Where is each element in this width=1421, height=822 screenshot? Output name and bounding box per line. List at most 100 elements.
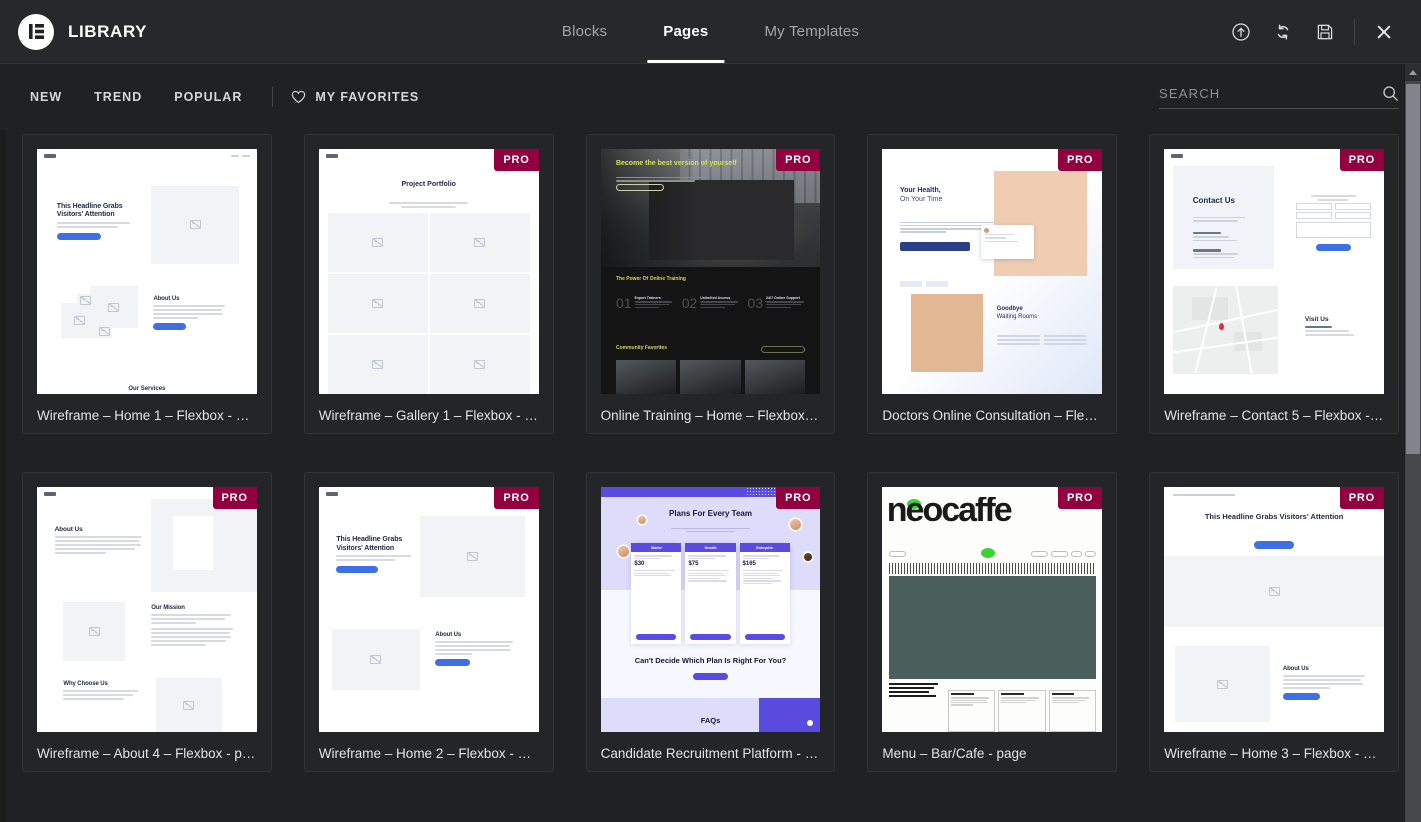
vertical-scrollbar[interactable] — [1404, 64, 1421, 822]
template-card[interactable]: PRO neocaffe — [867, 472, 1117, 772]
feature-label: Expert Trainers — [635, 296, 676, 300]
pro-badge: PRO — [1340, 487, 1384, 509]
preview-section-2: Can't Decide Which Plan Is Right For You… — [601, 656, 821, 665]
template-card[interactable]: PRO Contact Us — [1149, 134, 1399, 434]
feature-number: 03 — [747, 296, 763, 310]
template-thumbnail[interactable]: This Headline Grabs Visitors' Attention … — [37, 149, 257, 394]
template-title: Wireframe – Gallery 1 – Flexbox - p… — [305, 394, 553, 423]
sync-icon[interactable] — [1262, 11, 1304, 53]
plan-name: Enterprise — [740, 543, 790, 552]
close-icon[interactable] — [1363, 11, 1405, 53]
preview-section-3: Why Choose Us — [63, 681, 142, 688]
template-thumbnail[interactable]: PRO Your Health,On Your Time GoodbyeWait… — [882, 149, 1102, 394]
preview-headline: Plans For Every Team — [601, 509, 821, 518]
filter-divider — [272, 87, 273, 107]
template-thumbnail[interactable]: PRO Become the best version of yourself … — [601, 149, 821, 394]
filter-trend[interactable]: TREND — [78, 84, 158, 110]
preview-section-3: Community Favorites — [616, 345, 667, 351]
preview-headline: About Us — [55, 526, 143, 534]
tab-pages[interactable]: Pages — [635, 0, 736, 63]
preview-headline: Project Portfolio — [319, 181, 539, 188]
pro-badge: PRO — [494, 149, 538, 171]
plan-price: $165 — [743, 561, 787, 567]
scrollbar-up-button[interactable] — [1405, 64, 1421, 81]
template-thumbnail[interactable]: PRO neocaffe — [882, 487, 1102, 732]
feature-label: Unlimited Access — [700, 296, 741, 300]
page-title: LIBRARY — [68, 22, 147, 42]
preview-section-2: About Us — [153, 296, 226, 303]
template-grid: This Headline Grabs Visitors' Attention … — [22, 130, 1399, 772]
brand: LIBRARY — [0, 14, 147, 50]
preview-headline: Become the best version of yourself — [616, 160, 739, 169]
template-thumbnail[interactable]: PRO About Us Our Mission — [37, 487, 257, 732]
header-actions — [1220, 11, 1421, 53]
template-card[interactable]: PRO This Headline Grabs Visitors' Attent… — [304, 472, 554, 772]
filter-new[interactable]: NEW — [22, 84, 78, 110]
filter-my-favorites[interactable]: MY FAVORITES — [287, 84, 423, 110]
library-tabs: Blocks Pages My Templates — [534, 0, 887, 63]
upload-icon[interactable] — [1220, 11, 1262, 53]
template-card[interactable]: PRO About Us Our Mission — [22, 472, 272, 772]
template-title: Online Training – Home – Flexbox - … — [587, 394, 835, 423]
map-pin-icon — [1219, 323, 1224, 330]
preview-section-2b: Waiting Rooms — [997, 314, 1037, 320]
tab-my-templates[interactable]: My Templates — [736, 0, 887, 63]
template-thumbnail[interactable]: PRO This Headline Grabs Visitors' Attent… — [319, 487, 539, 732]
template-card[interactable]: PRO Plans For Every Team Starter $30 — [586, 472, 836, 772]
pro-badge: PRO — [1058, 487, 1102, 509]
template-title: Doctors Online Consultation – Flex… — [868, 394, 1116, 423]
template-title: Wireframe – Home 2 – Flexbox - pa… — [305, 732, 553, 761]
search-field[interactable] — [1159, 85, 1399, 109]
template-thumbnail[interactable]: PRO Contact Us — [1164, 149, 1384, 394]
filter-popular[interactable]: POPULAR — [158, 84, 258, 110]
pro-badge: PRO — [1058, 149, 1102, 171]
search-input[interactable] — [1159, 86, 1382, 101]
scrollbar-thumb[interactable] — [1406, 84, 1420, 454]
template-title: Wireframe – Contact 5 – Flexbox - … — [1150, 394, 1398, 423]
filter-group: NEW TREND POPULAR MY FAVORITES — [22, 84, 423, 110]
template-title: Candidate Recruitment Platform - p… — [587, 732, 835, 761]
preview-section-2: Our Mission — [151, 605, 235, 612]
template-card[interactable]: PRO Become the best version of yourself … — [586, 134, 836, 434]
library-modal: LIBRARY Blocks Pages My Templates — [0, 0, 1421, 822]
pro-badge: PRO — [494, 487, 538, 509]
template-card[interactable]: PRO Project Portfolio Wireframe – Galler… — [304, 134, 554, 434]
save-icon[interactable] — [1304, 11, 1346, 53]
template-title: Menu – Bar/Cafe - page — [868, 732, 1116, 761]
preview-headline: This Headline Grabs Visitors' Attention — [336, 536, 415, 553]
preview-section-2: About Us — [1283, 666, 1367, 673]
template-card[interactable]: This Headline Grabs Visitors' Attention … — [22, 134, 272, 434]
pro-badge: PRO — [776, 487, 820, 509]
search-icon[interactable] — [1382, 85, 1399, 102]
plan-name: Growth — [685, 543, 735, 552]
pro-badge: PRO — [1340, 149, 1384, 171]
filter-my-favorites-label: MY FAVORITES — [315, 90, 419, 104]
feature-number: 01 — [616, 296, 632, 310]
template-thumbnail[interactable]: PRO This Headline Grabs Visitors' Attent… — [1164, 487, 1384, 732]
template-title: Wireframe – Home 3 – Flexbox - pa… — [1150, 732, 1398, 761]
template-thumbnail[interactable]: PRO Plans For Every Team Starter $30 — [601, 487, 821, 732]
template-card[interactable]: PRO Your Health,On Your Time GoodbyeWait… — [867, 134, 1117, 434]
filter-bar: NEW TREND POPULAR MY FAVORITES — [0, 64, 1421, 130]
preview-section-2: About Us — [435, 632, 514, 639]
plan-price: $75 — [688, 561, 732, 567]
tab-blocks[interactable]: Blocks — [534, 0, 635, 63]
preview-headline: Your Health, — [900, 187, 941, 194]
template-scroll-area[interactable]: This Headline Grabs Visitors' Attention … — [0, 130, 1421, 822]
preview-section-3: Our Services — [37, 386, 257, 392]
preview-section-2: Goodbye — [997, 306, 1023, 312]
preview-section-2: The Power Of Online Training — [616, 276, 686, 282]
template-thumbnail[interactable]: PRO Project Portfolio — [319, 149, 539, 394]
preview-headline: Contact Us — [1193, 196, 1235, 205]
modal-header: LIBRARY Blocks Pages My Templates — [0, 0, 1421, 64]
pro-badge: PRO — [776, 149, 820, 171]
preview-headline: This Headline Grabs Visitors' Attention — [1191, 512, 1358, 521]
template-card[interactable]: PRO This Headline Grabs Visitors' Attent… — [1149, 472, 1399, 772]
feature-label: 24/7 Online Support — [766, 296, 807, 300]
preview-headline: This Headline Grabs Visitors' Attention — [57, 203, 136, 220]
plan-name: Starter — [631, 543, 681, 552]
plan-price: $30 — [634, 561, 678, 567]
preview-section-3: FAQs — [601, 716, 821, 725]
heart-icon — [291, 90, 306, 104]
template-title: Wireframe – About 4 – Flexbox - pa… — [23, 732, 271, 761]
